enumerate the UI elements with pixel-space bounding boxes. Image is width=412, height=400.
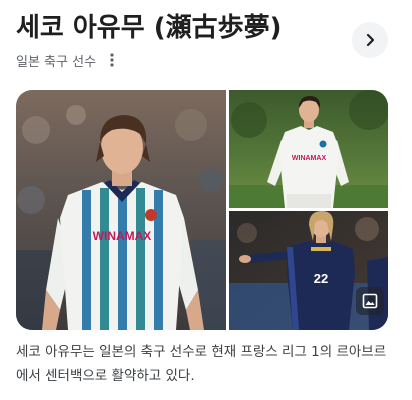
- next-entity-button[interactable]: [352, 22, 388, 58]
- subtitle-row: 일본 축구 선수: [16, 50, 120, 70]
- entity-title: 세코 아유무 (瀬古歩夢): [16, 13, 282, 43]
- view-images-button[interactable]: [356, 287, 384, 315]
- main-player-photo[interactable]: WINAMAX: [16, 90, 226, 330]
- top-right-jersey-sponsor: WINAMAX: [292, 155, 327, 162]
- more-options-button[interactable]: [104, 50, 120, 70]
- top-right-player-photo[interactable]: WINAMAX: [229, 90, 388, 208]
- entity-description: 세코 아유무는 일본의 축구 선수로 현재 프랑스 리그 1의 르아브르에서 센…: [16, 344, 387, 384]
- more-vertical-icon: [110, 53, 114, 67]
- main-jersey-sponsor: WINAMAX: [93, 229, 152, 243]
- image-gallery-icon: [362, 293, 378, 309]
- chevron-right-icon: [366, 33, 375, 47]
- bottom-right-jersey-number: 22: [314, 271, 328, 286]
- entity-subtitle: 일본 축구 선수: [16, 54, 97, 70]
- image-gallery: WINAMAX WINAMAX 22: [16, 90, 388, 330]
